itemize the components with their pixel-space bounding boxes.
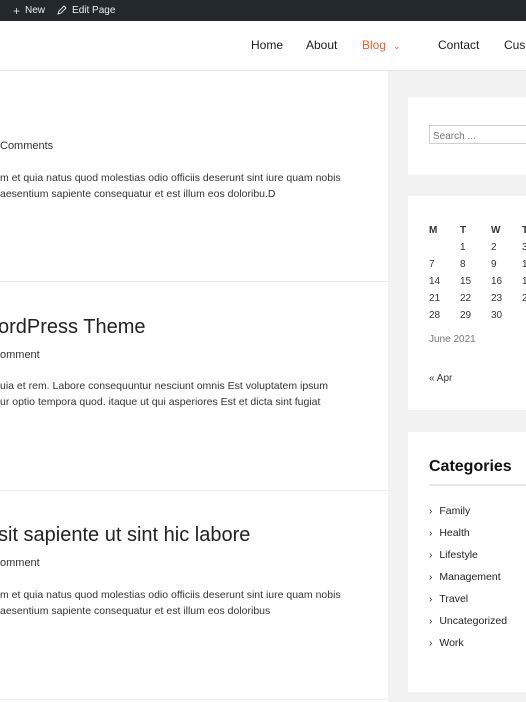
calendar-day-header: M [429, 225, 438, 236]
category-label: Uncategorized [439, 615, 508, 627]
admin-bar: + New Edit Page [0, 0, 526, 21]
calendar-day: 1 [522, 276, 526, 287]
calendar-day: 1 [522, 259, 526, 270]
chevron-right-icon: › [429, 528, 433, 539]
search-widget [408, 97, 526, 175]
nav-home[interactable]: Home [251, 38, 283, 52]
calendar-day: 3 [522, 242, 526, 253]
category-item[interactable]: › Management [429, 571, 501, 583]
nav-cus[interactable]: Cus [504, 38, 525, 52]
calendar-day: 1 [460, 242, 466, 253]
category-item[interactable]: › Travel [429, 593, 468, 605]
category-label: Health [439, 527, 470, 539]
admin-new-button[interactable]: + New [13, 5, 45, 17]
calendar-day-header: T [460, 225, 467, 236]
calendar-day: 14 [429, 276, 441, 287]
admin-edit-page-button[interactable]: Edit Page [57, 4, 116, 17]
calendar-caption: June 2021 [429, 334, 476, 345]
calendar-day: 28 [429, 310, 441, 321]
calendar-day: 2 [491, 242, 497, 253]
search-input[interactable] [429, 125, 526, 144]
chevron-right-icon: › [429, 506, 433, 517]
excerpt-line: m et quia natus quod molestias odio offi… [0, 172, 341, 184]
chevron-right-icon: › [429, 638, 433, 649]
calendar-day: 30 [491, 310, 503, 321]
category-item[interactable]: › Work [429, 637, 464, 649]
categories-title-underline [429, 484, 526, 486]
divider [0, 699, 388, 700]
categories-title: Categories [429, 458, 512, 475]
category-item[interactable]: › Uncategorized [429, 615, 507, 627]
category-label: Management [439, 571, 501, 583]
calendar-day: 7 [429, 259, 435, 270]
post-meta[interactable]: Comments [0, 140, 53, 152]
pencil-icon [57, 4, 67, 17]
chevron-right-icon: › [429, 572, 433, 583]
nav-about[interactable]: About [306, 38, 337, 52]
post-title[interactable]: sit sapiente ut sint hic labore [0, 524, 250, 547]
post-excerpt: uia et rem. Labore consequuntur nesciunt… [0, 378, 380, 410]
nav-blog-label: Blog [362, 38, 387, 52]
category-item[interactable]: › Family [429, 505, 470, 517]
excerpt-line: aesentium sapiente consequatur et est il… [0, 605, 271, 617]
divider [0, 281, 388, 282]
category-item[interactable]: › Health [429, 527, 470, 539]
category-label: Work [439, 637, 464, 649]
calendar-day: 29 [460, 310, 472, 321]
main-content: Comments m et quia natus quod molestias … [0, 71, 388, 702]
calendar-day: 2 [522, 293, 526, 304]
post-title[interactable]: ordPress Theme [0, 316, 145, 339]
category-label: Lifestyle [439, 549, 478, 561]
calendar-day-header: T [522, 225, 526, 236]
post-meta[interactable]: omment [0, 557, 40, 569]
calendar-day: 9 [491, 259, 497, 270]
plus-icon: + [13, 3, 21, 18]
category-item[interactable]: › Lifestyle [429, 549, 478, 561]
admin-new-label: New [25, 5, 46, 16]
post-excerpt: m et quia natus quod molestias odio offi… [0, 170, 380, 202]
excerpt-line: aesentium sapiente consequatur et est il… [0, 188, 276, 200]
excerpt-line: m et quia natus quod molestias odio offi… [0, 589, 341, 601]
post-excerpt: m et quia natus quod molestias odio offi… [0, 587, 380, 619]
category-label: Family [439, 505, 471, 517]
categories-widget: Categories › Family › Health › Lifestyle › M… [408, 432, 526, 692]
post-meta[interactable]: omment [0, 349, 40, 361]
divider [0, 490, 388, 491]
chevron-right-icon: › [429, 550, 433, 561]
chevron-right-icon: › [429, 616, 433, 627]
calendar-day: 8 [460, 259, 466, 270]
chevron-right-icon: › [429, 594, 433, 605]
calendar-day: 23 [491, 293, 503, 304]
calendar-widget: M T W T 1 2 3 7 8 9 1 14 15 16 1 21 22 2… [408, 196, 526, 410]
admin-edit-page-label: Edit Page [72, 5, 116, 16]
excerpt-line: uia et rem. Labore consequuntur nesciunt… [0, 380, 329, 392]
main-nav: Home About Blog ⌄ Contact Cus [0, 21, 526, 70]
site-header: Home About Blog ⌄ Contact Cus [0, 21, 526, 71]
category-label: Travel [439, 593, 469, 605]
calendar-prev-link[interactable]: « Apr [429, 373, 452, 384]
calendar-day: 16 [491, 276, 503, 287]
nav-blog[interactable]: Blog ⌄ [362, 38, 401, 52]
excerpt-line: ur optio tempora quod. itaque ut qui asp… [0, 396, 321, 408]
nav-contact[interactable]: Contact [438, 38, 479, 52]
calendar-day: 22 [460, 293, 472, 304]
chevron-down-icon: ⌄ [393, 41, 401, 51]
calendar-day: 21 [429, 293, 441, 304]
calendar-day: 15 [460, 276, 472, 287]
calendar-day-header: W [491, 225, 501, 236]
